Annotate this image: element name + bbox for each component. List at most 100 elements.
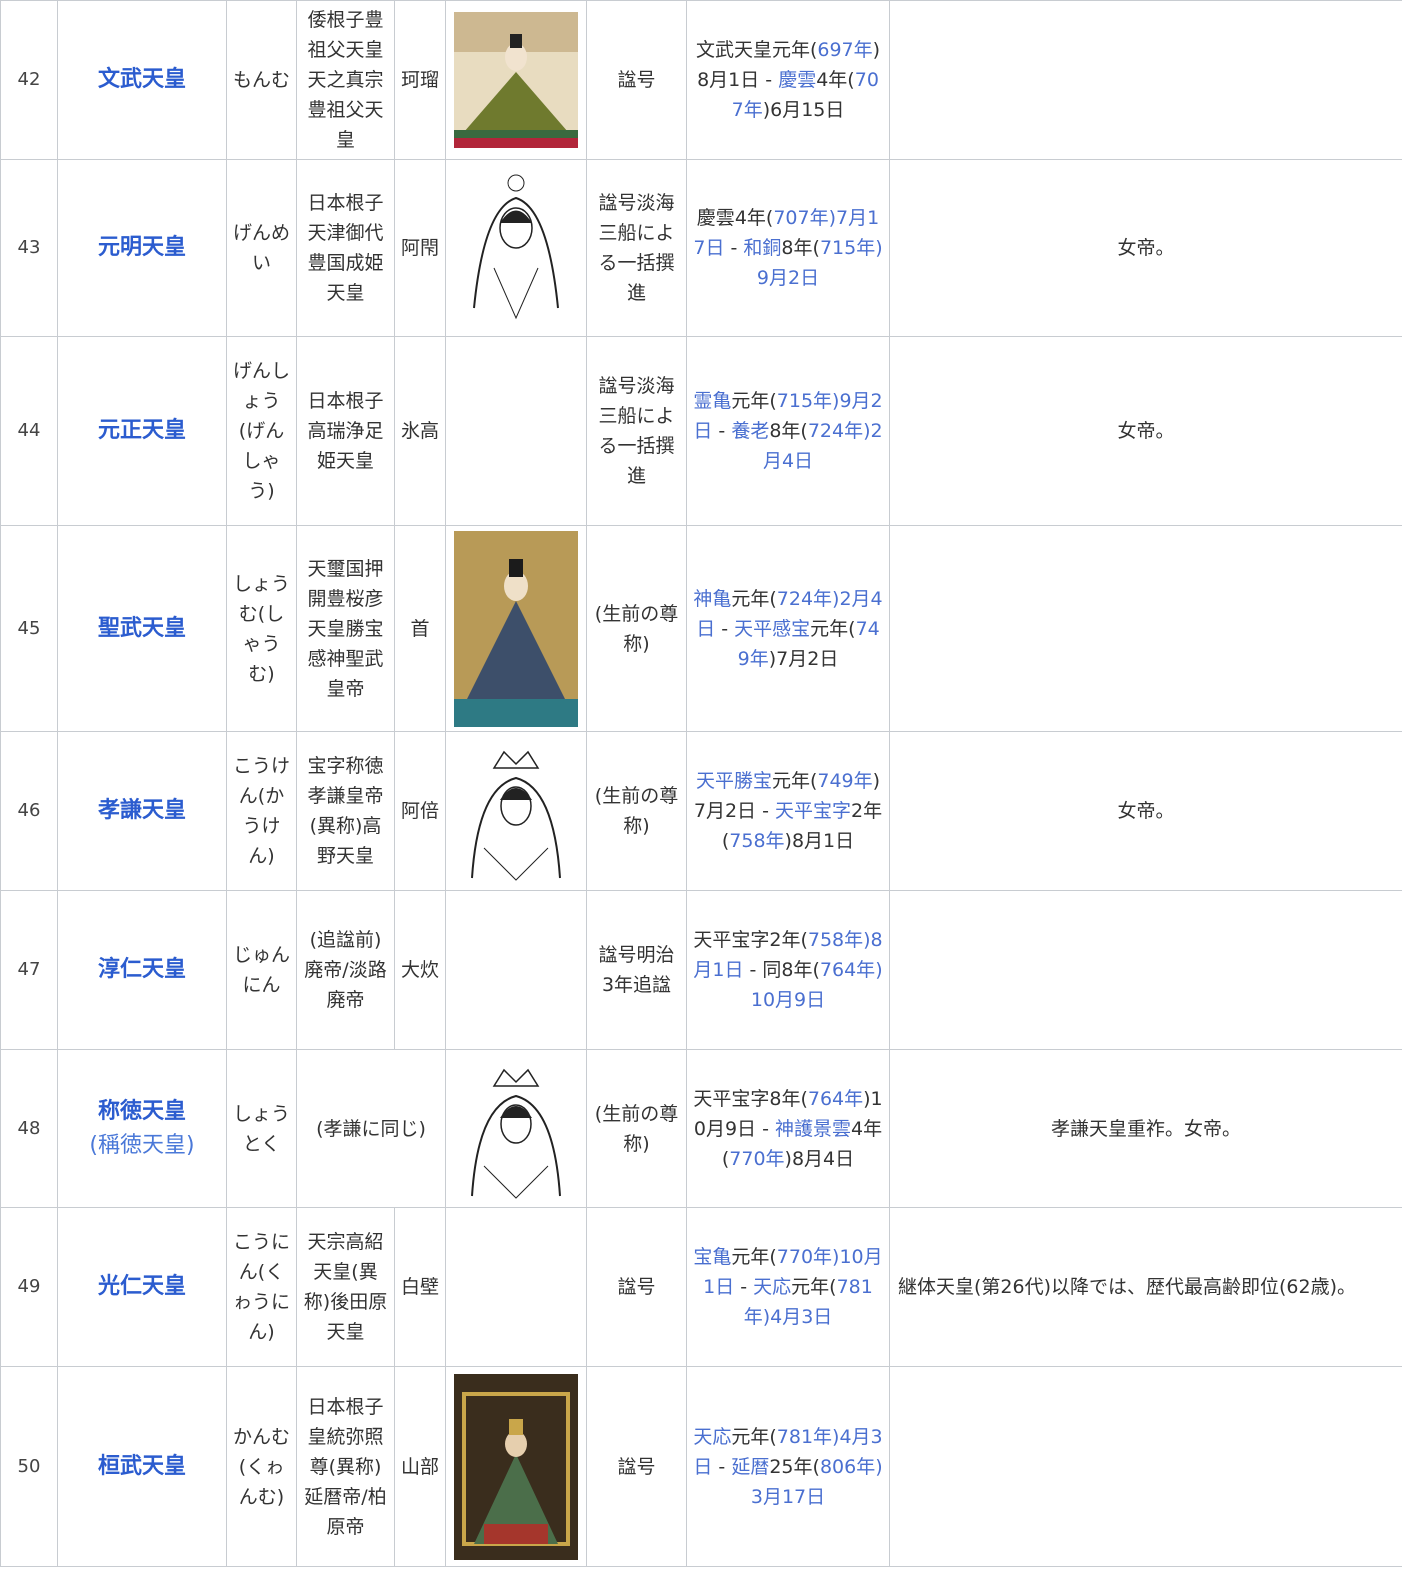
portrait-image[interactable] bbox=[446, 1367, 587, 1567]
personal-name: 氷高 bbox=[395, 337, 446, 526]
reign-text: 文武天皇元年( bbox=[696, 39, 817, 61]
era-link[interactable]: 697年 bbox=[817, 39, 872, 61]
table-row: 46孝謙天皇こうけん(かうけん)宝字称徳孝謙皇帝(異称)高野天皇阿倍 (生前の尊… bbox=[1, 732, 1402, 891]
personal-name: 阿倍 bbox=[395, 732, 446, 891]
title-type: 諡号 bbox=[587, 1208, 687, 1367]
name-reading: じゅんにん bbox=[227, 891, 297, 1050]
emperor-name-link[interactable]: 文武天皇 bbox=[98, 67, 186, 92]
notes: 女帝。 bbox=[890, 337, 1402, 526]
era-link[interactable]: )4月3日 bbox=[763, 1306, 833, 1328]
posthumous-name: (孝謙に同じ) bbox=[297, 1050, 446, 1208]
era-link[interactable]: 天平感宝 bbox=[734, 618, 810, 640]
name-reading: しょうとく bbox=[227, 1050, 297, 1208]
era-link[interactable]: 養老 bbox=[731, 420, 769, 442]
era-link[interactable]: 慶雲 bbox=[778, 69, 816, 91]
era-link[interactable]: 715年 bbox=[777, 390, 832, 412]
emperor-name[interactable]: 桓武天皇 bbox=[58, 1367, 227, 1567]
reign-period: 天平宝字2年(758年)8月1日 - 同8年(764年)10月9日 bbox=[687, 891, 890, 1050]
era-link[interactable]: 神亀 bbox=[693, 588, 731, 610]
portrait-image[interactable] bbox=[446, 732, 587, 891]
emperor-name[interactable]: 元明天皇 bbox=[58, 160, 227, 337]
emperor-name-link[interactable]: 淳仁天皇 bbox=[98, 957, 186, 982]
reign-text: - bbox=[715, 618, 734, 640]
emperor-table: 42文武天皇もんむ倭根子豊祖父天皇天之真宗豊祖父天皇珂瑠 諡号文武天皇元年(69… bbox=[0, 0, 1402, 1567]
table-row: 50桓武天皇かんむ(くゎんむ)日本根子皇統弥照尊(異称)延暦帝/柏原帝山部 諡号… bbox=[1, 1367, 1402, 1567]
era-link[interactable]: 764年 bbox=[808, 1088, 863, 1110]
posthumous-name: 日本根子皇統弥照尊(異称)延暦帝/柏原帝 bbox=[297, 1367, 395, 1567]
reign-text: 天平宝字 bbox=[693, 1088, 769, 1110]
table-row: 48称徳天皇(稱徳天皇)しょうとく(孝謙に同じ) (生前の尊称)天平宝字8年(7… bbox=[1, 1050, 1402, 1208]
era-link[interactable]: 781年 bbox=[777, 1426, 832, 1448]
generation-number: 50 bbox=[1, 1367, 58, 1567]
generation-number: 44 bbox=[1, 337, 58, 526]
reign-period: 天応元年(781年)4月3日 - 延暦25年(806年)3月17日 bbox=[687, 1367, 890, 1567]
era-link[interactable]: 天応 bbox=[753, 1276, 791, 1298]
emperor-name[interactable]: 元正天皇 bbox=[58, 337, 227, 526]
emperor-name[interactable]: 光仁天皇 bbox=[58, 1208, 227, 1367]
emperor-name[interactable]: 淳仁天皇 bbox=[58, 891, 227, 1050]
era-link[interactable]: 神護景雲 bbox=[775, 1118, 851, 1140]
emperor-name-link[interactable]: 元明天皇 bbox=[98, 235, 186, 260]
name-reading: かんむ(くゎんむ) bbox=[227, 1367, 297, 1567]
portrait-image bbox=[446, 337, 587, 526]
reign-text: 慶雲 bbox=[697, 207, 735, 229]
notes bbox=[890, 1367, 1402, 1567]
name-reading: こうけん(かうけん) bbox=[227, 732, 297, 891]
emperor-name[interactable]: 称徳天皇 (稱徳天皇) bbox=[58, 1050, 227, 1208]
era-link[interactable]: 和銅 bbox=[743, 237, 781, 259]
era-link[interactable]: 霊亀 bbox=[693, 390, 731, 412]
emperor-name-link[interactable]: 聖武天皇 bbox=[98, 616, 186, 641]
reign-text: )6月15日 bbox=[763, 99, 845, 121]
reign-text: 8年( bbox=[781, 237, 820, 259]
notes bbox=[890, 891, 1402, 1050]
name-reading: しょうむ(しゃうむ) bbox=[227, 526, 297, 732]
emperor-name-link[interactable]: 元正天皇 bbox=[98, 418, 186, 443]
portrait-image[interactable] bbox=[446, 1050, 587, 1208]
table-row: 47淳仁天皇じゅんにん(追諡前)廃帝/淡路廃帝大炊諡号明治3年追諡天平宝字2年(… bbox=[1, 891, 1402, 1050]
era-link[interactable]: 延暦 bbox=[731, 1456, 769, 1478]
emperor-alt-name-link[interactable]: (稱徳天皇) bbox=[64, 1129, 220, 1163]
emperor-name-link[interactable]: 桓武天皇 bbox=[98, 1454, 186, 1479]
era-link[interactable]: 天応 bbox=[693, 1426, 731, 1448]
era-link[interactable]: 758年 bbox=[808, 929, 863, 951]
personal-name: 大炊 bbox=[395, 891, 446, 1050]
emperor-name-link[interactable]: 孝謙天皇 bbox=[98, 798, 186, 823]
era-link[interactable]: 749年 bbox=[817, 770, 872, 792]
era-link[interactable]: 724年 bbox=[777, 588, 832, 610]
portrait-image[interactable] bbox=[446, 1, 587, 160]
era-link[interactable]: 天平宝字 bbox=[775, 800, 851, 822]
reign-period: 神亀元年(724年)2月4日 - 天平感宝元年(749年)7月2日 bbox=[687, 526, 890, 732]
reign-text: 元年( bbox=[772, 770, 817, 792]
emperor-name[interactable]: 孝謙天皇 bbox=[58, 732, 227, 891]
era-link[interactable]: 707年 bbox=[773, 207, 828, 229]
portrait-image[interactable] bbox=[446, 526, 587, 732]
reign-text: 4年( bbox=[735, 207, 774, 229]
era-link[interactable]: 天平勝宝 bbox=[696, 770, 772, 792]
posthumous-name: 天璽国押開豊桜彦天皇勝宝感神聖武皇帝 bbox=[297, 526, 395, 732]
era-link[interactable]: 758年 bbox=[729, 830, 784, 852]
reign-text: 4年( bbox=[816, 69, 855, 91]
reign-text: - bbox=[724, 237, 743, 259]
reign-text: 2年( bbox=[769, 929, 808, 951]
era-link[interactable]: 806年 bbox=[820, 1456, 875, 1478]
era-link[interactable]: 764年 bbox=[820, 959, 875, 981]
era-link[interactable]: 770年 bbox=[729, 1148, 784, 1170]
emperor-name[interactable]: 文武天皇 bbox=[58, 1, 227, 160]
reign-period: 慶雲4年(707年)7月17日 - 和銅8年(715年)9月2日 bbox=[687, 160, 890, 337]
era-link[interactable]: 宝亀 bbox=[693, 1246, 731, 1268]
portrait-image bbox=[446, 891, 587, 1050]
generation-number: 49 bbox=[1, 1208, 58, 1367]
reign-period: 宝亀元年(770年)10月1日 - 天応元年(781年)4月3日 bbox=[687, 1208, 890, 1367]
emperor-name[interactable]: 聖武天皇 bbox=[58, 526, 227, 732]
emperor-name-link[interactable]: 称徳天皇 bbox=[98, 1099, 186, 1124]
next-row-edge bbox=[0, 1566, 1402, 1588]
title-type: (生前の尊称) bbox=[587, 526, 687, 732]
era-link[interactable]: 715年 bbox=[820, 237, 875, 259]
era-link[interactable]: 724年 bbox=[808, 420, 863, 442]
portrait-image[interactable] bbox=[446, 160, 587, 337]
era-link[interactable]: 770年 bbox=[777, 1246, 832, 1268]
posthumous-name: 日本根子天津御代豊国成姫天皇 bbox=[297, 160, 395, 337]
emperor-name-link[interactable]: 光仁天皇 bbox=[98, 1274, 186, 1299]
generation-number: 43 bbox=[1, 160, 58, 337]
notes: 女帝。 bbox=[890, 160, 1402, 337]
